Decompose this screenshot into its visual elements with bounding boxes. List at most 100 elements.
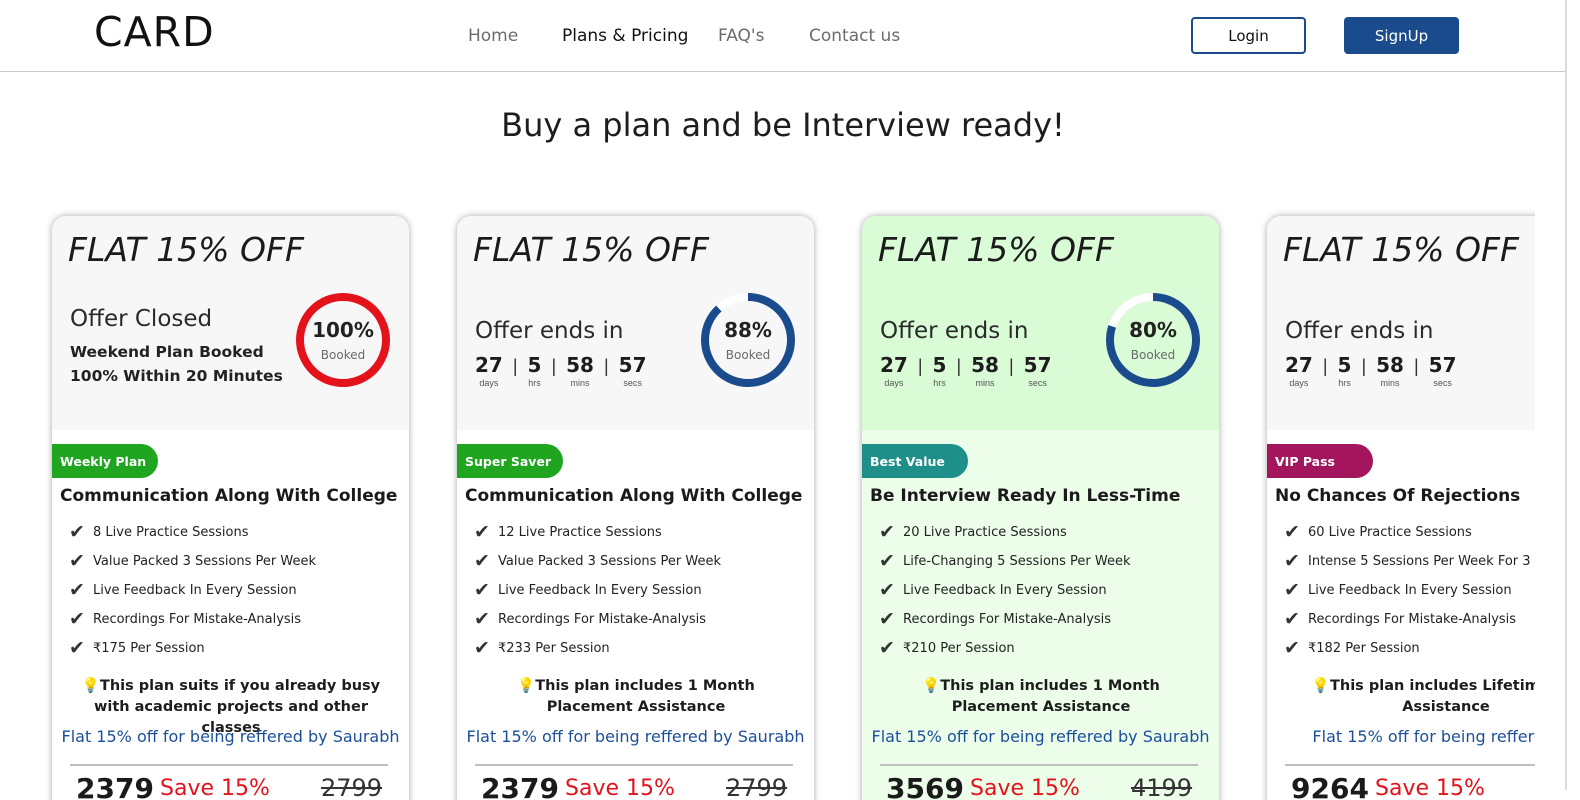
days-value: 27	[1285, 353, 1313, 377]
booked-label: Booked	[725, 348, 771, 362]
feature-text: Value Packed 3 Sessions Per Week	[498, 554, 722, 569]
plan-note: 💡This plan includes Lifetime Pla Assista…	[1287, 676, 1535, 718]
countdown-separator: |	[512, 356, 518, 376]
days-label: days	[479, 378, 499, 388]
price-row: 9264 Save 15%	[1291, 772, 1535, 800]
check-icon: ✔	[1284, 638, 1300, 659]
brand-logo[interactable]: CARD	[94, 8, 215, 56]
minutes-label: mins	[570, 378, 590, 388]
minutes-value: 58	[1376, 353, 1404, 377]
countdown-separator: |	[603, 356, 609, 376]
feature-list: ✔ 60 Live Practice Sessions ✔ Intense 5 Se…	[1284, 518, 1535, 663]
feature-item: ✔ Live Feedback In Every Session	[69, 576, 316, 605]
check-icon: ✔	[879, 551, 895, 572]
check-icon: ✔	[879, 522, 895, 543]
original-price: 2799	[321, 774, 383, 800]
save-label: Save 15%	[565, 776, 675, 800]
minutes-label: mins	[975, 378, 995, 388]
discount-heading: FLAT 15% OFF	[1283, 230, 1519, 269]
countdown-timer: 27 days | 5 hrs | 58 mins | 57 secs	[880, 354, 1052, 388]
original-price: 4199	[1131, 774, 1193, 800]
booked-label: Booked	[320, 348, 366, 362]
countdown-minutes: 58 mins	[971, 354, 999, 388]
referral-text: Flat 15% off for being reffered by Saura…	[466, 727, 805, 746]
current-price: 9264	[1291, 772, 1369, 800]
check-icon: ✔	[474, 522, 490, 543]
plan-badge: Weekly Plan	[52, 444, 158, 478]
feature-text: ₹233 Per Session	[498, 641, 610, 656]
current-price: 2379	[76, 772, 154, 800]
lightbulb-icon: 💡	[517, 678, 536, 694]
seconds-value: 57	[618, 353, 647, 377]
referral-text: Flat 15% off for being reffered by	[1312, 727, 1535, 746]
save-label: Save 15%	[160, 776, 270, 800]
referral-text: Flat 15% off for being reffered by Saura…	[61, 727, 400, 746]
feature-item: ✔ 60 Live Practice Sessions	[1284, 518, 1535, 547]
countdown-separator: |	[1413, 356, 1419, 376]
countdown-timer: 27 days | 5 hrs | 58 mins | 57 secs	[475, 354, 647, 388]
feature-text: 60 Live Practice Sessions	[1308, 525, 1472, 540]
discount-heading: FLAT 15% OFF	[473, 230, 709, 269]
feature-item: ✔ Recordings For Mistake-Analysis	[1284, 605, 1535, 634]
nav-contact-us[interactable]: Contact us	[809, 26, 900, 46]
save-label: Save 15%	[970, 776, 1080, 800]
feature-item: ✔ Live Feedback In Every Session	[879, 576, 1131, 605]
plans-carousel[interactable]: FLAT 15% OFF Offer Closed Weekend Plan B…	[40, 200, 1535, 800]
price-row: 3569 Save 15% 4199	[886, 772, 1204, 800]
feature-text: 8 Live Practice Sessions	[93, 525, 249, 540]
plan-title: Communication Along With College	[60, 486, 398, 506]
price-row: 2379 Save 15% 2799	[481, 772, 799, 800]
feature-item: ✔ Live Feedback In Every Session	[1284, 576, 1535, 605]
plan-card-super-saver: FLAT 15% OFF Offer ends in 27 days | 5 hrs…	[457, 216, 814, 800]
feature-text: Live Feedback In Every Session	[903, 583, 1107, 598]
page-headline: Buy a plan and be Interview ready!	[501, 106, 1065, 144]
signup-button[interactable]: SignUp	[1344, 17, 1459, 54]
seconds-label: secs	[1028, 378, 1047, 388]
booked-progress-ring: 88% Booked	[698, 290, 798, 390]
check-icon: ✔	[1284, 522, 1300, 543]
hours-label: hrs	[528, 378, 541, 388]
check-icon: ✔	[1284, 580, 1300, 601]
countdown-separator: |	[1322, 356, 1328, 376]
nav-faqs[interactable]: FAQ's	[718, 26, 764, 46]
plan-card-best-value: FLAT 15% OFF Offer ends in 27 days | 5 hrs…	[862, 216, 1219, 800]
nav-home[interactable]: Home	[468, 26, 518, 46]
feature-item: ✔ ₹182 Per Session	[1284, 634, 1535, 663]
countdown-separator: |	[917, 356, 923, 376]
countdown-hours: 5 hrs	[528, 354, 542, 388]
check-icon: ✔	[879, 580, 895, 601]
hours-label: hrs	[933, 378, 946, 388]
feature-item: ✔ ₹175 Per Session	[69, 634, 316, 663]
feature-list: ✔ 8 Live Practice Sessions ✔ Value Packed …	[69, 518, 316, 663]
seconds-label: secs	[623, 378, 642, 388]
feature-item: ✔ Recordings For Mistake-Analysis	[69, 605, 316, 634]
feature-item: ✔ 12 Live Practice Sessions	[474, 518, 721, 547]
discount-heading: FLAT 15% OFF	[878, 230, 1114, 269]
plan-note: 💡This plan includes 1 Month Placement As…	[477, 676, 795, 718]
feature-text: Live Feedback In Every Session	[93, 583, 297, 598]
plan-title: No Chances Of Rejections	[1275, 486, 1521, 506]
login-button[interactable]: Login	[1191, 17, 1306, 54]
price-divider	[475, 764, 793, 766]
current-price: 3569	[886, 772, 964, 800]
plan-note: 💡This plan includes 1 Month Placement As…	[882, 676, 1200, 718]
feature-item: ✔ ₹233 Per Session	[474, 634, 721, 663]
plan-badge: Super Saver	[457, 444, 563, 478]
countdown-seconds: 57 secs	[619, 354, 647, 388]
countdown-days: 27 days	[1285, 354, 1313, 388]
booked-percent: 80%	[1129, 318, 1177, 342]
save-label: Save 15%	[1375, 776, 1485, 800]
check-icon: ✔	[474, 551, 490, 572]
seconds-value: 57	[1428, 353, 1457, 377]
feature-text: Recordings For Mistake-Analysis	[1308, 612, 1517, 627]
offer-closed-note: Weekend Plan Booked 100% Within 20 Minut…	[70, 343, 283, 385]
offer-status: Offer ends in	[1285, 318, 1434, 344]
minutes-label: mins	[1380, 378, 1400, 388]
feature-text: Life-Changing 5 Sessions Per Week	[903, 554, 1131, 569]
feature-item: ✔ ₹210 Per Session	[879, 634, 1131, 663]
feature-text: Live Feedback In Every Session	[498, 583, 702, 598]
nav-plans-pricing[interactable]: Plans & Pricing	[562, 26, 688, 46]
feature-item: ✔ Live Feedback In Every Session	[474, 576, 721, 605]
referral-text: Flat 15% off for being reffered by Saura…	[871, 727, 1210, 746]
offer-status: Offer ends in	[880, 318, 1029, 344]
